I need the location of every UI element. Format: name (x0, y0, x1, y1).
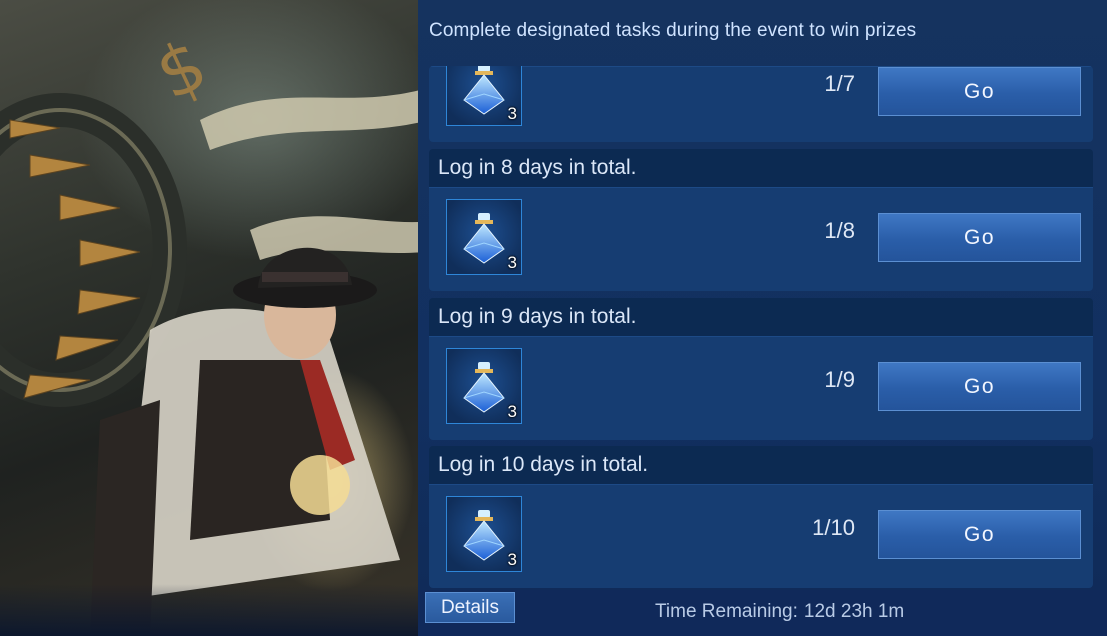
hero-illustration: $ (0, 23, 440, 636)
task-progress: 1/7 (824, 71, 855, 96)
details-button[interactable]: Details (425, 592, 515, 623)
task-card-body: 3 1/10 Go (429, 484, 1093, 588)
task-card-body: 3 1/9 Go (429, 336, 1093, 440)
reward-item[interactable]: 3 (446, 66, 522, 126)
reward-quantity: 3 (507, 253, 517, 272)
task-card: Log in 8 days in total. 3 1/8 Go (429, 149, 1093, 291)
svg-text:$: $ (144, 23, 219, 116)
task-title: Log in 8 days in total. (429, 149, 1093, 187)
reward-quantity: 3 (507, 550, 517, 569)
panel-description: Complete designated tasks during the eve… (429, 20, 917, 41)
task-card-body: 3 1/8 Go (429, 187, 1093, 291)
blue-crystal-potion-icon (463, 66, 505, 115)
task-progress: 1/9 (824, 367, 855, 392)
go-button[interactable]: Go (878, 213, 1081, 262)
task-progress: 1/8 (824, 218, 855, 243)
go-button[interactable]: Go (878, 67, 1081, 116)
reward-item[interactable]: 3 (446, 199, 522, 275)
art-bottom-shade (0, 584, 440, 636)
task-card-body: 3 1/7 Go (429, 66, 1093, 142)
go-button[interactable]: Go (878, 362, 1081, 411)
time-remaining: Time Remaining: 12d 23h 1m (655, 601, 904, 623)
reward-item[interactable]: 3 (446, 348, 522, 424)
task-card: 3 1/7 Go (429, 66, 1093, 142)
task-progress: 1/10 (812, 515, 855, 540)
blue-crystal-potion-icon (463, 510, 505, 561)
time-remaining-value: 12d 23h 1m (803, 601, 905, 622)
go-button[interactable]: Go (878, 510, 1081, 559)
blue-crystal-potion-icon (463, 213, 505, 264)
time-remaining-label: Time Remaining: (655, 601, 798, 622)
hero-artwork: $ (0, 0, 440, 636)
task-card: Log in 9 days in total. 3 1/9 Go (429, 298, 1093, 440)
blue-crystal-potion-icon (463, 362, 505, 413)
task-title: Log in 9 days in total. (429, 298, 1093, 336)
reward-item[interactable]: 3 (446, 496, 522, 572)
task-card: Log in 10 days in total. 3 1/10 Go (429, 446, 1093, 588)
reward-quantity: 3 (507, 402, 517, 421)
reward-quantity: 3 (507, 104, 517, 123)
task-title: Log in 10 days in total. (429, 446, 1093, 484)
